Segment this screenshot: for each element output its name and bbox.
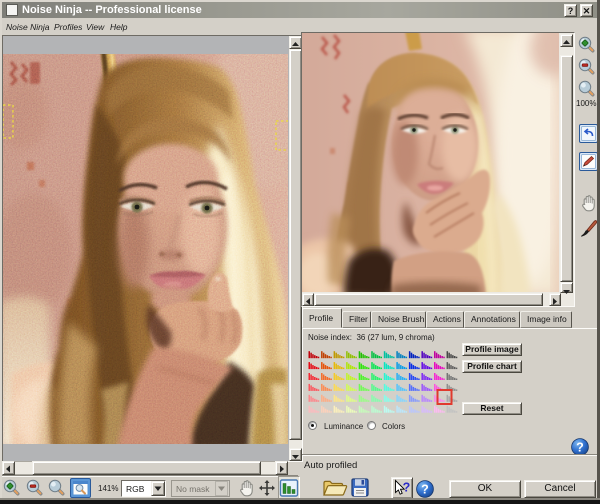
svg-text:?: ? [576,440,584,454]
svg-text:?: ? [403,481,411,495]
svg-text:?: ? [421,482,429,496]
